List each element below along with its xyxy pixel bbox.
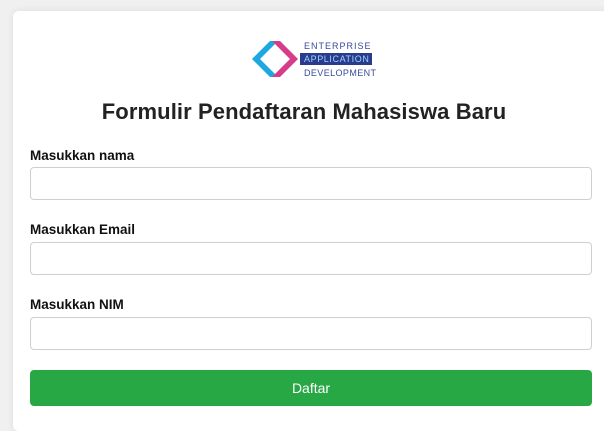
logo-line3: DEVELOPMENT: [304, 68, 377, 78]
diamond-logo-icon: ENTERPRISE APPLICATION DEVELOPMENT: [252, 41, 377, 78]
nim-input[interactable]: [30, 317, 592, 350]
registration-card: ENTERPRISE APPLICATION DEVELOPMENT Formu…: [13, 11, 604, 431]
name-label: Masukkan nama: [30, 148, 135, 163]
email-input[interactable]: [30, 242, 592, 275]
logo: ENTERPRISE APPLICATION DEVELOPMENT: [248, 33, 378, 85]
nim-label: Masukkan NIM: [30, 297, 124, 312]
logo-line2: APPLICATION: [304, 54, 369, 64]
logo-line1: ENTERPRISE: [304, 41, 372, 51]
page-title: Formulir Pendaftaran Mahasiswa Baru: [101, 99, 507, 124]
email-label: Masukkan Email: [30, 222, 136, 237]
submit-button[interactable]: Daftar: [30, 370, 592, 406]
name-input[interactable]: [30, 167, 592, 200]
